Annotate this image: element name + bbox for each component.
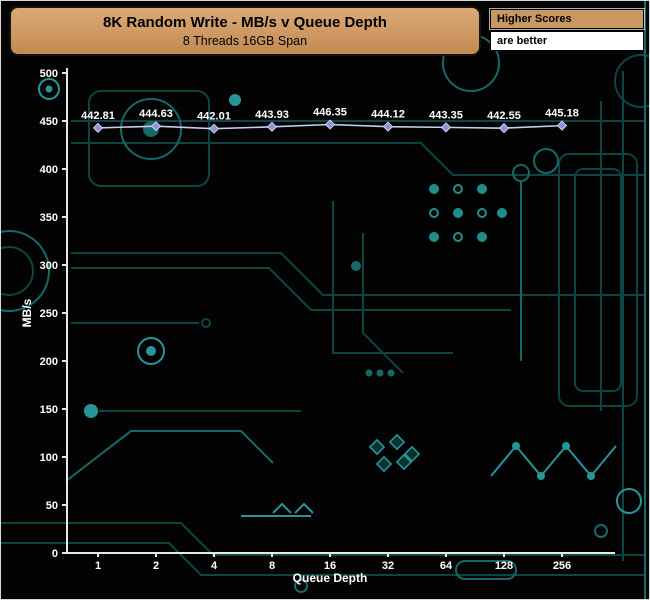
- y-tick-label: 400: [40, 164, 58, 176]
- data-label: 444.12: [371, 109, 405, 121]
- legend-are-better: are better: [490, 31, 644, 51]
- chart-canvas: 0501001502002503003504004505001248163264…: [1, 1, 650, 600]
- data-point-marker: [267, 122, 276, 131]
- y-tick-label: 300: [40, 260, 58, 272]
- legend-higher-scores: Higher Scores: [490, 9, 644, 29]
- y-tick-label: 150: [40, 404, 58, 416]
- y-tick-label: 350: [40, 212, 58, 224]
- x-tick-label: 8: [269, 560, 275, 572]
- data-label: 442.55: [487, 110, 521, 122]
- data-point-marker: [499, 124, 508, 133]
- chart-page: 0501001502002503003504004505001248163264…: [0, 0, 650, 600]
- x-tick-label: 64: [440, 560, 453, 572]
- x-tick-label: 32: [382, 560, 394, 572]
- y-tick-label: 100: [40, 452, 58, 464]
- data-label: 446.35: [313, 107, 347, 119]
- data-label: 445.18: [545, 108, 579, 120]
- data-label: 444.63: [139, 108, 173, 120]
- data-label: 443.93: [255, 109, 289, 121]
- y-axis-title: MB/s: [20, 298, 34, 327]
- data-point-marker: [383, 122, 392, 131]
- data-label: 443.35: [429, 109, 463, 121]
- legend: Higher Scores are better: [490, 9, 644, 51]
- data-point-marker: [151, 122, 160, 131]
- data-point-marker: [441, 123, 450, 132]
- x-tick-label: 128: [495, 560, 513, 572]
- chart-subtitle: 8 Threads 16GB Span: [183, 35, 307, 48]
- y-tick-label: 250: [40, 308, 58, 320]
- y-tick-label: 50: [46, 500, 58, 512]
- y-tick-label: 500: [40, 68, 58, 80]
- x-axis-title: Queue Depth: [293, 571, 368, 585]
- y-tick-label: 450: [40, 116, 58, 128]
- y-tick-label: 0: [52, 548, 58, 560]
- x-tick-label: 2: [153, 560, 159, 572]
- x-tick-label: 4: [211, 560, 218, 572]
- data-label: 442.01: [197, 111, 231, 123]
- x-tick-label: 256: [553, 560, 571, 572]
- data-point-marker: [209, 124, 218, 133]
- data-point-marker: [325, 120, 334, 129]
- y-tick-label: 200: [40, 356, 58, 368]
- chart-title: 8K Random Write - MB/s v Queue Depth: [103, 15, 387, 32]
- chart-title-box: 8K Random Write - MB/s v Queue Depth 8 T…: [9, 6, 481, 56]
- data-label: 442.81: [81, 110, 115, 122]
- data-point-marker: [557, 121, 566, 130]
- x-tick-label: 1: [95, 560, 101, 572]
- data-point-marker: [93, 123, 102, 132]
